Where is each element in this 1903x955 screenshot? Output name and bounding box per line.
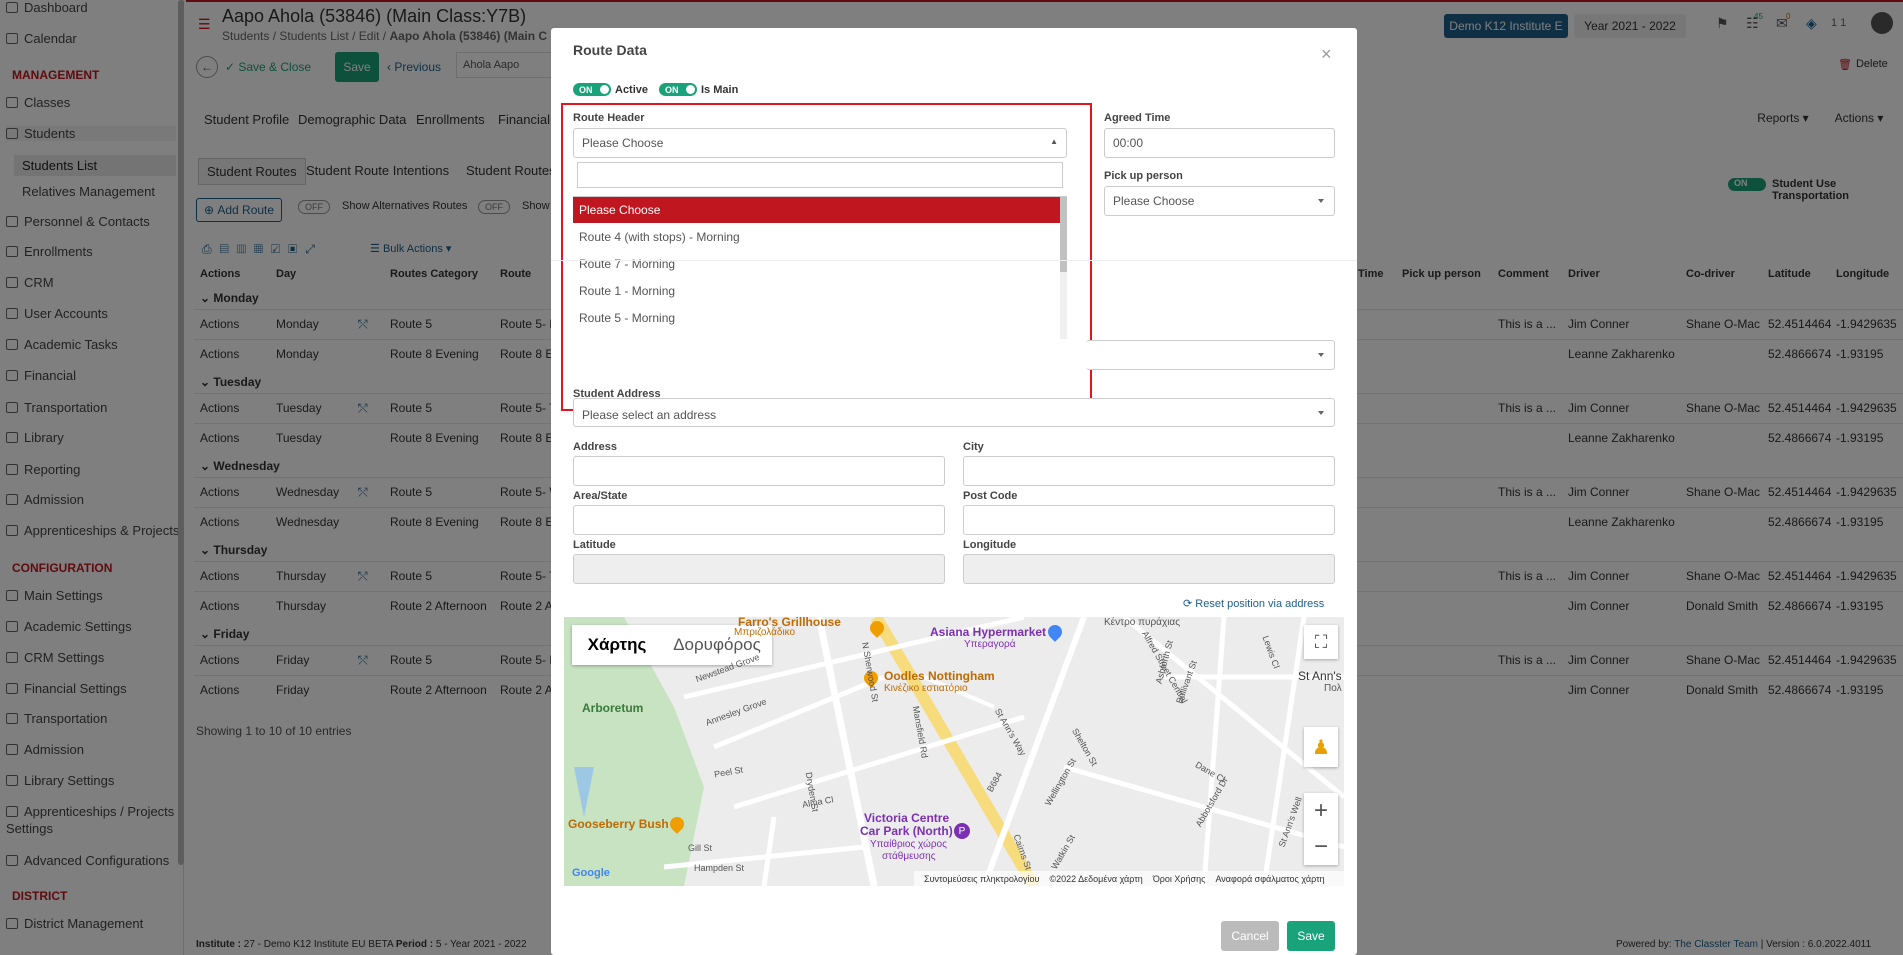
google-logo: Google [572,867,610,879]
terms-link[interactable]: Όροι Χρήσης [1153,874,1206,884]
modal-save-button[interactable]: Save [1287,921,1335,951]
chevron-down-icon [1318,199,1324,203]
agreed-time-input[interactable]: 00:00 [1104,128,1335,158]
zoom-in-icon[interactable]: + [1304,793,1338,829]
poi-car-park-sub2: στάθμευσης [882,851,936,862]
agreed-time-label: Agreed Time [1104,112,1171,124]
pickup-person-select[interactable]: Please Choose [1104,186,1335,216]
pickup-person-label: Pick up person [1104,170,1183,182]
is-main-label: Is Main [701,84,739,96]
map-tab-map[interactable]: Χάρτης [572,625,662,665]
student-address-select[interactable]: Please select an address [573,398,1335,427]
parking-icon[interactable]: P [954,823,970,839]
route-data-modal: Route Data × ON Active ON Is Main Route … [551,28,1357,955]
poi-centre: Κέντρο πυράχιας [1104,617,1181,628]
poi-oodles[interactable]: Oodles Nottingham [884,669,995,683]
poi-asiana-sub: Υπεραγορά [964,639,1016,650]
address-input[interactable] [573,456,945,486]
longitude-input [963,554,1335,584]
poi-asiana[interactable]: Asiana Hypermarket [930,625,1046,639]
map-data-text: ©2022 Δεδομένα χάρτη [1049,873,1143,884]
post-code-input[interactable] [963,505,1335,535]
poi-victoria-centre[interactable]: Victoria Centre [864,811,949,825]
street-label: Hampden St [694,863,745,873]
longitude-label: Longitude [963,539,1017,551]
poi-st-anns-sub: Πολ [1324,683,1342,694]
poi-oodles-sub: Κινέζικο εστιατόριο [884,683,968,694]
address-label: Address [573,441,618,453]
active-label: Active [615,84,649,96]
area-state-label: Area/State [573,490,628,502]
street-view-pegman-icon[interactable]: ♟ [1304,727,1338,767]
street [1201,617,1227,886]
reset-position-link[interactable]: ⟳ Reset position via address [1183,597,1324,610]
street-label: Gill St [688,843,713,853]
chevron-down-icon-2 [1318,353,1324,357]
latitude-label: Latitude [573,539,616,551]
poi-farros-sub: Μπριζολάδικο [734,627,796,638]
cancel-button[interactable]: Cancel [1221,921,1279,951]
zoom-control: + − [1304,793,1338,865]
poi-gooseberry-bush[interactable]: Gooseberry Bush [568,817,669,831]
divider [551,260,1357,261]
poi-st-anns: St Ann's P [1298,669,1344,683]
area-state-input[interactable] [573,505,945,535]
chevron-down-icon-3 [1318,411,1324,415]
active-toggle[interactable]: ON [573,83,611,96]
street [761,816,777,886]
close-icon[interactable]: × [1321,44,1332,65]
post-code-label: Post Code [963,490,1018,502]
fullscreen-icon[interactable]: ⛶ [1304,625,1338,659]
zoom-out-icon[interactable]: − [1304,829,1338,865]
hidden-select-tail[interactable] [1086,340,1335,370]
map-attribution: Συντομεύσεις πληκτρολογίου ©2022 Δεδομέν… [914,871,1344,886]
keyboard-shortcuts-link[interactable]: Συντομεύσεις πληκτρολογίου [924,874,1039,884]
latitude-input [573,554,945,584]
city-input[interactable] [963,456,1335,486]
poi-arboretum[interactable]: Arboretum [582,701,643,715]
poi-car-park[interactable]: Car Park (North) [860,824,953,838]
map[interactable]: Χάρτης Δορυφόρος ⛶ ♟ + − Farro's Grillho… [564,617,1344,886]
poi-car-park-sub1: Υπαίθριος χώρος [870,839,947,850]
is-main-toggle[interactable]: ON [659,83,697,96]
modal-title: Route Data [573,42,647,58]
report-error-link[interactable]: Αναφορά σφάλματος χάρτη [1215,874,1324,884]
highlight-box [561,103,1092,411]
refresh-icon: ⟳ [1183,598,1193,610]
city-label: City [963,441,984,453]
